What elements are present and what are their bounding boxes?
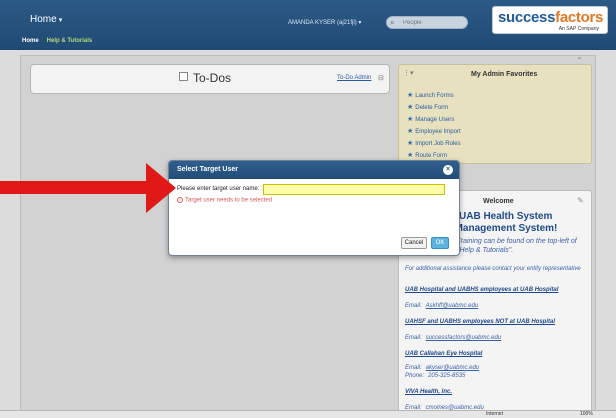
favorites-title: My Admin Favorites: [471, 71, 538, 78]
target-user-input[interactable]: [263, 184, 445, 195]
assistance-note: For additional assistance please contact…: [405, 266, 581, 272]
search-input[interactable]: [403, 18, 465, 28]
contact-phone: Phone: 205-325-8535: [405, 373, 466, 379]
favorite-item[interactable]: ★ Launch Forms: [407, 91, 461, 103]
home-menu[interactable]: Home ▾: [30, 14, 62, 25]
close-icon[interactable]: ×: [443, 165, 453, 175]
dialog-titlebar[interactable]: Select Target User ×: [169, 161, 459, 179]
logo-wordmark: successfactors: [498, 9, 604, 26]
contact-heading[interactable]: UAB Callahan Eye Hospital: [405, 351, 482, 357]
zoom-level[interactable]: 100%: [580, 411, 593, 417]
internet-zone: Internet: [486, 411, 503, 417]
email-link[interactable]: Askhff@uabmc.edu: [426, 303, 478, 309]
contact-email: Email: successfactors@uabmc.edu: [405, 335, 502, 341]
contact-email: Email: akyser@uabmc.edu: [405, 365, 480, 371]
main-nav: Home Help & Tutorials: [22, 38, 100, 44]
error-icon: !: [177, 197, 183, 203]
top-header: Home▾ AMANDA KYSER (aj21fjl) ▾ ⌕ success…: [0, 0, 616, 50]
successfactors-logo: successfactors An SAP Company: [492, 6, 608, 34]
contact-heading[interactable]: UAHSF and UABHS employees NOT at UAB Hos…: [405, 319, 555, 325]
welcome-title: Welcome: [483, 198, 514, 205]
star-icon: ★: [407, 116, 414, 123]
todos-title: To-Dos: [193, 71, 232, 85]
user-menu[interactable]: AMANDA KYSER (aj21fjl) ▾: [288, 19, 361, 26]
favorites-list: ★ Launch Forms ★ Delete Form ★ Manage Users…: [407, 91, 461, 163]
panel-settings-icon[interactable]: ⊟: [378, 74, 384, 82]
people-search[interactable]: ⌕: [386, 16, 468, 29]
star-icon: ★: [407, 104, 414, 111]
dialog-title: Select Target User: [177, 166, 238, 173]
favorite-item[interactable]: ★ Delete Form: [407, 103, 461, 115]
browser-statusbar: Internet 100%: [0, 410, 616, 418]
favorite-item[interactable]: ★ Import Job Roles: [407, 139, 461, 151]
annotation-arrow-head: [146, 163, 176, 213]
ok-button[interactable]: OK: [431, 237, 449, 249]
validation-error: ! Target user needs to be selected: [177, 197, 272, 204]
phone-value: 205-325-8535: [428, 373, 466, 379]
todo-admin-link[interactable]: To-Do Admin: [337, 75, 371, 81]
contact-heading[interactable]: UAB Hospital and UABHS employees at UAB …: [405, 287, 558, 293]
chevron-down-icon[interactable]: ▾: [59, 17, 63, 24]
star-icon: ★: [407, 140, 414, 147]
select-target-user-dialog: Select Target User × Please enter target…: [168, 160, 460, 256]
contact-email: Email: Askhff@uabmc.edu: [405, 303, 479, 309]
todos-panel: To-Dos To-Do Admin ⊟: [30, 64, 390, 94]
star-icon: ★: [407, 128, 414, 135]
drag-handle-icon[interactable]: ⋮▾: [403, 69, 414, 77]
email-link[interactable]: akyser@uabmc.edu: [426, 365, 479, 371]
annotation-arrow-shaft: [0, 181, 148, 194]
cancel-button[interactable]: Cancel: [401, 237, 427, 249]
edit-icon[interactable]: ✎: [577, 196, 584, 205]
todo-icon: [179, 72, 188, 81]
favorite-item[interactable]: ★ Employee Import: [407, 127, 461, 139]
favorite-item[interactable]: ★ Manage Users: [407, 115, 461, 127]
admin-favorites-panel: ⋮▾ My Admin Favorites ★ Launch Forms ★ Del…: [398, 64, 592, 164]
logo-tagline: An SAP Company: [558, 26, 599, 32]
contact-heading[interactable]: VIVA Health, Inc.: [405, 389, 452, 395]
search-icon[interactable]: ⌕: [390, 18, 394, 28]
nav-help-tutorials[interactable]: Help & Tutorials: [47, 38, 93, 44]
star-icon: ★: [407, 92, 414, 99]
target-user-label: Please enter target user name:: [177, 186, 260, 192]
email-link[interactable]: successfactors@uabmc.edu: [426, 335, 501, 341]
home-menu-label[interactable]: Home: [30, 14, 57, 25]
star-icon: ★: [407, 152, 414, 159]
training-note: Training can be found on the top-left of…: [457, 238, 577, 254]
nav-home[interactable]: Home: [22, 38, 39, 44]
